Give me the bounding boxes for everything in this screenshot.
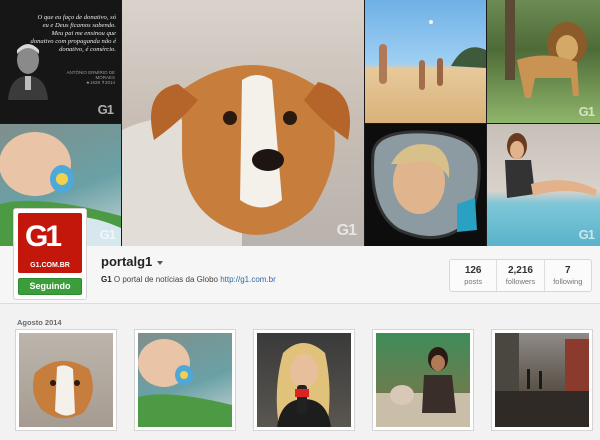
g1-logo: G1 G1.COM.BR (18, 213, 82, 273)
followers-stat[interactable]: 2,216 followers (497, 260, 545, 291)
dog-photo (19, 333, 113, 427)
username-row[interactable]: portalg1 (101, 254, 164, 269)
feed-thumb-baby[interactable] (134, 329, 236, 431)
stat-value: 2,216 (507, 265, 533, 276)
reporter-photo (257, 333, 351, 427)
stat-label: following (553, 277, 583, 286)
reporter-thumb-illustration (276, 343, 331, 427)
mirror-selfie-illustration (371, 130, 481, 240)
stat-value: 7 (565, 265, 571, 276)
cover-quote-author: ANTÔNIO ERMÍRIO DE MORAES ★1928 ✝2014 (65, 70, 115, 85)
dog-illustration (122, 65, 350, 246)
bio-link[interactable]: http://g1.com.br (220, 275, 276, 284)
g1-watermark: G1 (97, 102, 114, 117)
quote-author-name: ANTÔNIO ERMÍRIO DE MORAES (66, 70, 115, 80)
profile-bio: G1 O portal de notícias da Globo http://… (101, 275, 276, 284)
g1-watermark: G1 (578, 227, 595, 242)
baby-thumb-illustration (138, 339, 232, 427)
quote-author-dates: ★1928 ✝2014 (85, 80, 115, 85)
posts-stat[interactable]: 126 posts (450, 260, 498, 291)
beach-illustration (379, 20, 486, 90)
cover-beach-tile[interactable] (365, 0, 486, 123)
cover-pool-tile[interactable]: G1 (487, 124, 600, 246)
women-couch-photo (376, 333, 470, 427)
stat-label: followers (505, 277, 536, 286)
cover-quote-tile[interactable]: O que eu faço de donativo, só eu e Deus … (0, 0, 121, 123)
profile-stats: 126 posts 2,216 followers 7 following (449, 259, 592, 292)
cover-quote-text: O que eu faço de donativo, só eu e Deus … (30, 14, 116, 53)
following-button[interactable]: Seguindo (18, 278, 82, 295)
stat-value: 126 (464, 265, 482, 276)
avatar-domain: G1.COM.BR (30, 262, 70, 269)
feed-month-label: Agosto 2014 (17, 318, 62, 327)
following-stat[interactable]: 7 following (545, 260, 591, 291)
g1-watermark: G1 (99, 227, 116, 242)
g1-watermark: G1 (336, 222, 357, 239)
baby-photo (138, 333, 232, 427)
dog-thumb-illustration (33, 360, 93, 419)
g1-watermark: G1 (578, 104, 595, 119)
cover-dog-tile[interactable]: G1 (122, 0, 364, 246)
avatar-brand: G1 (25, 220, 62, 253)
cover-lion-tile[interactable]: G1 (487, 0, 600, 123)
cover-collage: O que eu faço de donativo, só eu e Deus … (0, 0, 600, 246)
flooded-street-photo (495, 333, 589, 427)
feed-thumb-dog[interactable] (15, 329, 117, 431)
dropdown-caret-icon[interactable] (157, 260, 164, 265)
flooded-street-thumb-illustration (495, 333, 589, 427)
profile-username: portalg1 (101, 254, 153, 269)
cover-mirror-selfie-tile[interactable] (365, 124, 486, 246)
bio-name: G1 (101, 275, 112, 284)
feed-thumb-reporter[interactable] (253, 329, 355, 431)
feed-thumb-women-couch[interactable] (372, 329, 474, 431)
bio-text: O portal de notícias da Globo (113, 275, 218, 284)
feed-thumb-flooded-street[interactable] (491, 329, 593, 431)
women-couch-thumb-illustration (376, 347, 470, 427)
stat-label: posts (464, 277, 483, 286)
profile-avatar[interactable]: G1 G1.COM.BR Seguindo (13, 208, 87, 300)
photo-feed (15, 329, 595, 440)
